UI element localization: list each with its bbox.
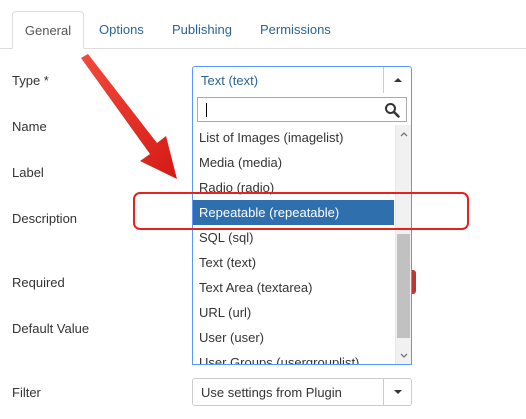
chevron-down-icon (394, 390, 402, 394)
tab-publishing[interactable]: Publishing (172, 11, 232, 49)
option-url[interactable]: URL (url) (193, 300, 394, 325)
option-usergrouplist[interactable]: User Groups (usergrouplist) (193, 350, 394, 364)
description-label: Description (12, 211, 78, 226)
filter-select-toggle[interactable] (383, 379, 411, 405)
scroll-up-icon[interactable] (400, 131, 408, 137)
type-label: Type * (12, 73, 49, 88)
type-dropdown: List of Images (imagelist) Media (media)… (192, 93, 412, 365)
tab-permissions[interactable]: Permissions (260, 11, 331, 49)
option-sql[interactable]: SQL (sql) (193, 225, 394, 250)
tab-options[interactable]: Options (99, 11, 144, 49)
chevron-up-icon (394, 78, 402, 82)
name-label: Name (12, 119, 47, 134)
filter-select[interactable]: Use settings from Plugin (192, 378, 412, 406)
default-value-label: Default Value (12, 321, 90, 336)
filter-label: Filter (12, 385, 41, 400)
required-label: Required (12, 275, 65, 290)
option-imagelist[interactable]: List of Images (imagelist) (193, 125, 394, 150)
option-radio[interactable]: Radio (radio) (193, 175, 394, 200)
search-icon (385, 103, 400, 118)
filter-select-value: Use settings from Plugin (201, 385, 342, 400)
option-media[interactable]: Media (media) (193, 150, 394, 175)
scroll-down-icon[interactable] (400, 353, 408, 359)
annotation-arrow (81, 54, 177, 179)
tab-general[interactable]: General (12, 11, 84, 49)
option-textarea[interactable]: Text Area (textarea) (193, 275, 394, 300)
scrollbar-thumb[interactable] (397, 234, 410, 338)
type-search-input[interactable] (197, 97, 407, 122)
option-text[interactable]: Text (text) (193, 250, 394, 275)
tab-bar: General Options Publishing Permissions (0, 11, 526, 49)
type-select[interactable]: Text (text) (192, 66, 412, 94)
text-cursor (206, 103, 207, 117)
dropdown-scrollbar[interactable] (395, 125, 411, 364)
label-label: Label (12, 165, 44, 180)
type-select-toggle[interactable] (383, 67, 411, 93)
option-repeatable[interactable]: Repeatable (repeatable) (193, 200, 394, 225)
type-select-value: Text (text) (201, 73, 259, 88)
option-user[interactable]: User (user) (193, 325, 394, 350)
